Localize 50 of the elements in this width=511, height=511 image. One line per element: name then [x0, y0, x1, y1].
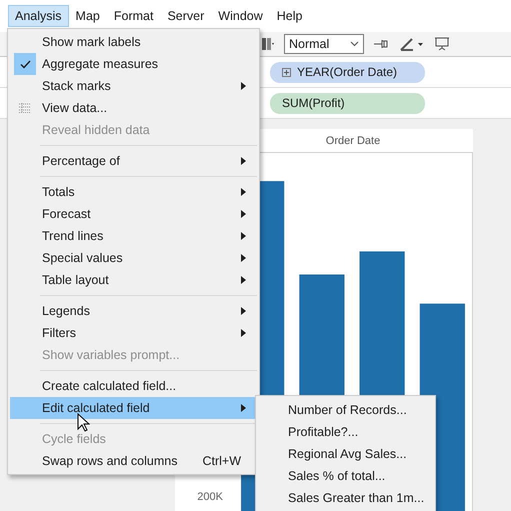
- menu-item[interactable]: Trend lines: [10, 225, 257, 247]
- axis-label: 200K: [197, 490, 224, 502]
- submenu-arrow-icon: [241, 210, 246, 218]
- menu-item[interactable]: Legends: [10, 300, 257, 322]
- columns-pill[interactable]: YEAR(Order Date): [270, 62, 425, 82]
- pen-icon[interactable]: [400, 37, 424, 51]
- menu-bar-item[interactable]: Window: [211, 5, 270, 27]
- menu-item[interactable]: Table layout: [10, 269, 257, 291]
- submenu-arrow-icon: [241, 82, 246, 90]
- menu-bar-item[interactable]: Format: [106, 5, 160, 27]
- menu-item[interactable]: Aggregate measures: [10, 53, 257, 75]
- submenu-item[interactable]: Sales % of total...: [256, 465, 435, 487]
- submenu-arrow-icon: [241, 329, 246, 337]
- expand-icon[interactable]: [282, 68, 291, 76]
- menu-item[interactable]: Create calculated field...: [10, 375, 257, 397]
- mouse-pointer-icon: [77, 413, 90, 432]
- check-icon: [14, 53, 36, 75]
- submenu-arrow-icon: [241, 307, 246, 315]
- chevron-down-icon: [350, 41, 359, 47]
- pill-label: YEAR(Order Date): [297, 65, 398, 79]
- submenu-item[interactable]: Number of Records...: [256, 399, 435, 421]
- menu-item[interactable]: Swap rows and columns Ctrl+W: [10, 450, 257, 472]
- submenu-item[interactable]: Profitable?...: [256, 421, 435, 443]
- menu-item[interactable]: Show mark labels: [10, 31, 257, 53]
- menu-item[interactable]: Special values: [10, 247, 257, 269]
- submenu-item[interactable]: Sales Greater than 1m...: [256, 487, 435, 509]
- rows-pill[interactable]: SUM(Profit): [270, 92, 425, 114]
- menu-item[interactable]: Stack marks: [10, 75, 257, 97]
- layout-icon[interactable]: [262, 38, 274, 50]
- menu-bar-item[interactable]: Analysis: [8, 5, 69, 27]
- menu-bar-item[interactable]: Server: [160, 5, 212, 27]
- menu-bar-item[interactable]: Help: [270, 5, 310, 27]
- submenu-arrow-icon: [241, 254, 246, 262]
- menu-item[interactable]: Forecast: [10, 203, 257, 225]
- submenu-arrow-icon: [241, 276, 246, 284]
- fit-mode-select[interactable]: Normal: [284, 34, 364, 54]
- pin-icon[interactable]: [374, 39, 390, 49]
- submenu-arrow-icon: [241, 188, 246, 196]
- submenu-arrow-icon: [241, 157, 246, 165]
- menu-bar-item[interactable]: Map: [68, 5, 107, 27]
- submenu-arrow-icon: [241, 232, 246, 240]
- menu-item[interactable]: Totals: [10, 181, 257, 203]
- table-icon: [19, 103, 31, 113]
- submenu-item[interactable]: Regional Avg Sales...: [256, 443, 435, 465]
- submenu-arrow-icon: [241, 404, 246, 412]
- menu-item[interactable]: Edit calculated field: [10, 397, 257, 419]
- menu-item[interactable]: View data...: [10, 97, 257, 119]
- menu-item[interactable]: Percentage of: [10, 150, 257, 172]
- presentation-icon[interactable]: [434, 37, 450, 51]
- menu-item[interactable]: Filters: [10, 322, 257, 344]
